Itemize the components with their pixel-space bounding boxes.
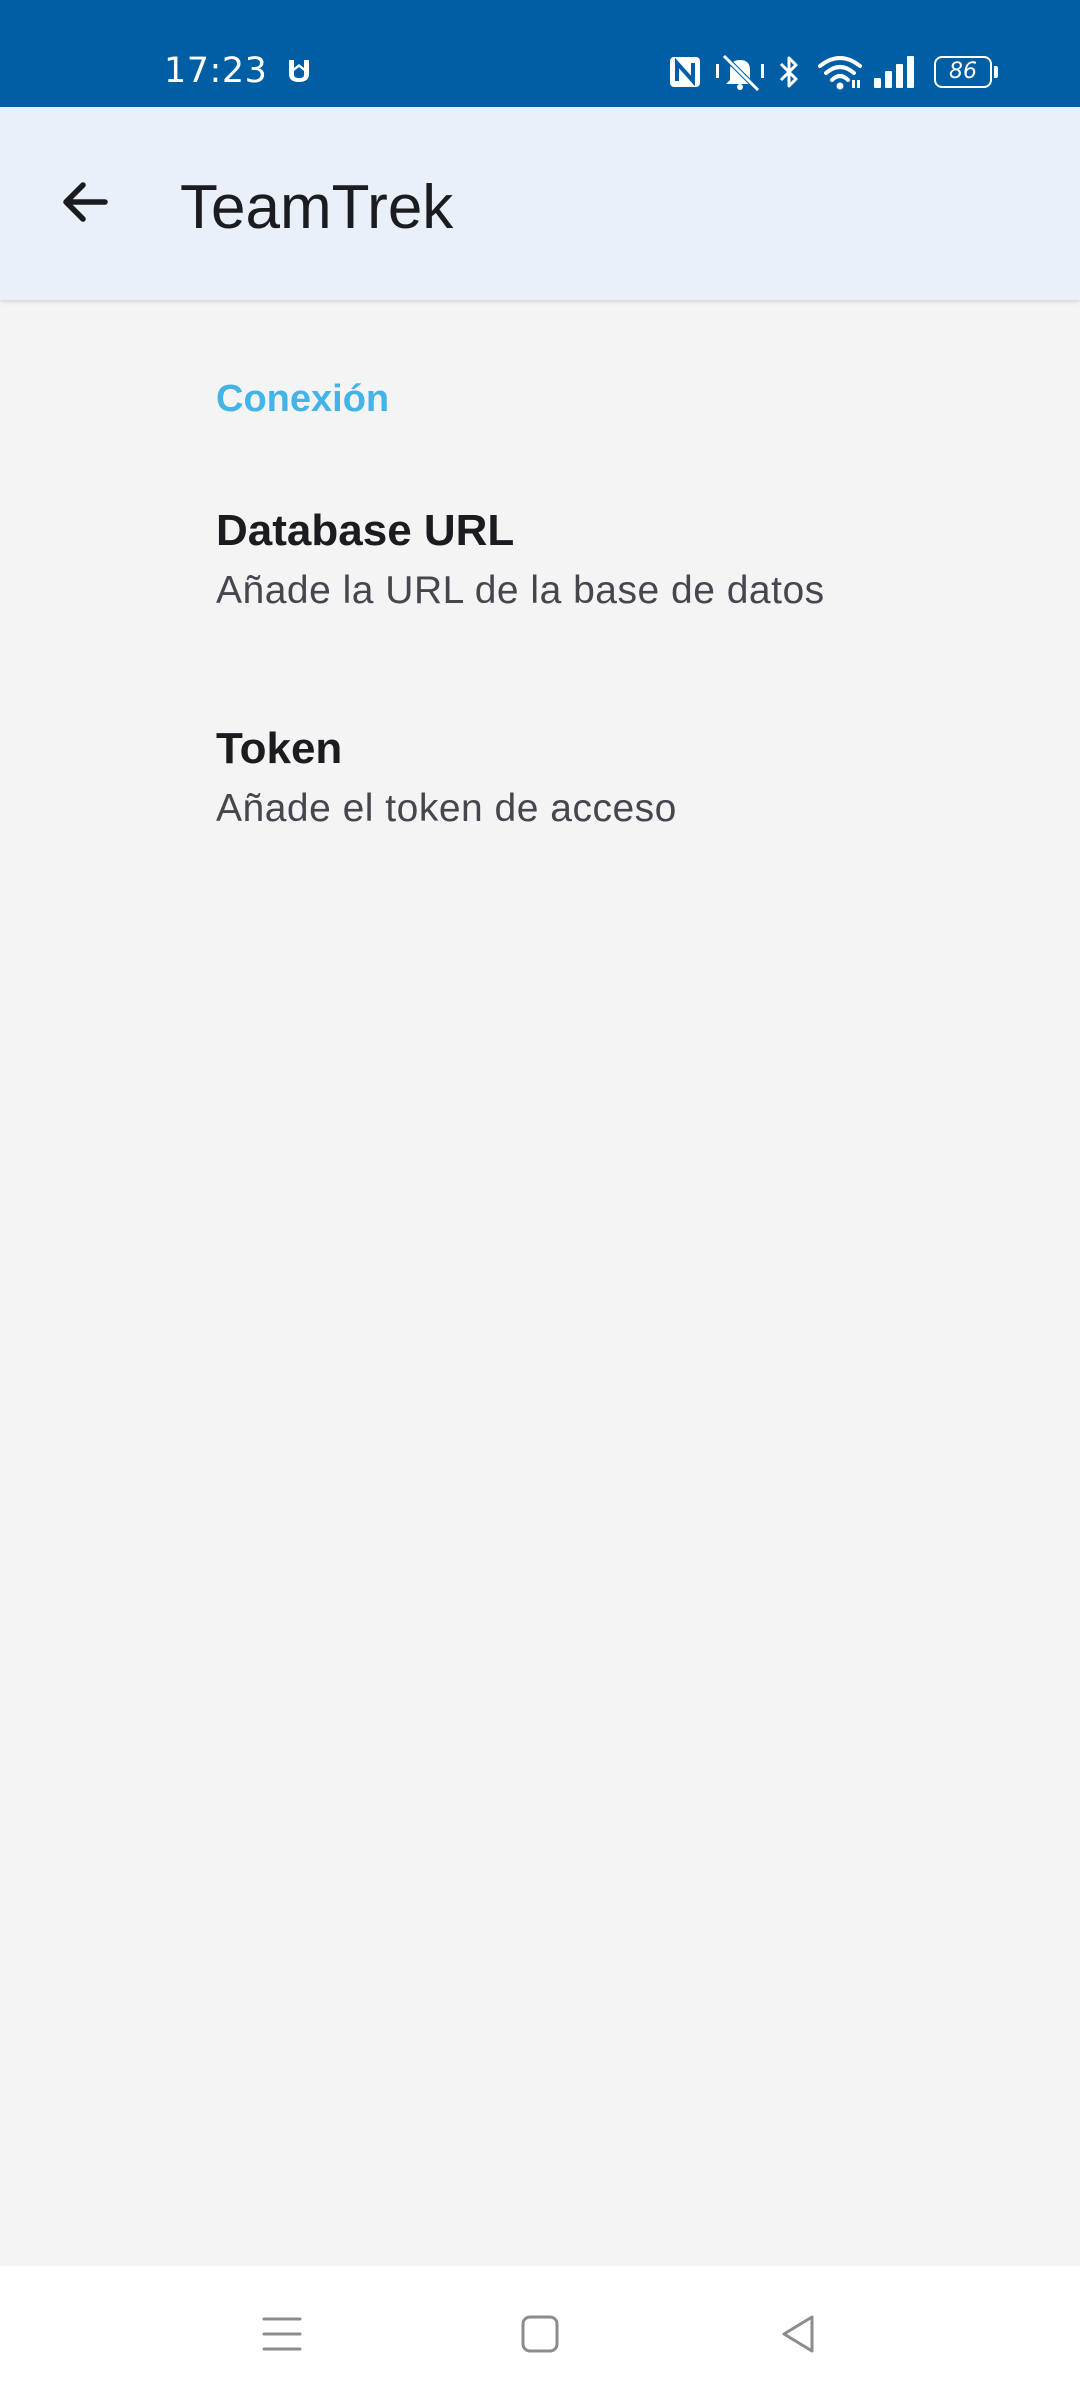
system-back-button[interactable] bbox=[758, 2294, 838, 2374]
status-time: 17:23 bbox=[164, 51, 268, 91]
preference-summary: Añade la URL de la base de datos bbox=[216, 569, 825, 612]
section-header-connection: Conexión bbox=[216, 378, 390, 420]
recents-icon bbox=[262, 2317, 302, 2351]
status-bar: 17:23 86 bbox=[0, 0, 1080, 107]
wifi-icon bbox=[818, 56, 862, 90]
token-preference[interactable]: Token Añade el token de acceso bbox=[0, 706, 1080, 906]
battery-icon: 86 bbox=[934, 56, 998, 88]
settings-screen: 17:23 86 TeamTrek Conexión Database URL … bbox=[0, 0, 1080, 2400]
page-title: TeamTrek bbox=[180, 173, 454, 242]
preference-title: Token bbox=[216, 724, 343, 773]
arrow-back-icon bbox=[63, 182, 108, 222]
navigation-bar bbox=[0, 2266, 1080, 2400]
recents-button[interactable] bbox=[242, 2294, 322, 2374]
battery-level: 86 bbox=[949, 59, 977, 84]
back-triangle-icon bbox=[782, 2315, 814, 2353]
home-button[interactable] bbox=[500, 2294, 580, 2374]
home-icon bbox=[521, 2315, 559, 2353]
nfc-icon bbox=[670, 57, 700, 87]
vibrate-mute-icon bbox=[716, 54, 764, 92]
database-url-preference[interactable]: Database URL Añade la URL de la base de … bbox=[0, 488, 1080, 688]
preference-title: Database URL bbox=[216, 506, 515, 555]
app-bar: TeamTrek bbox=[0, 107, 1080, 300]
app-notification-icon bbox=[289, 60, 309, 82]
signal-icon bbox=[874, 56, 914, 88]
preference-summary: Añade el token de acceso bbox=[216, 787, 677, 830]
bluetooth-icon bbox=[779, 56, 798, 88]
back-button[interactable] bbox=[40, 157, 130, 247]
